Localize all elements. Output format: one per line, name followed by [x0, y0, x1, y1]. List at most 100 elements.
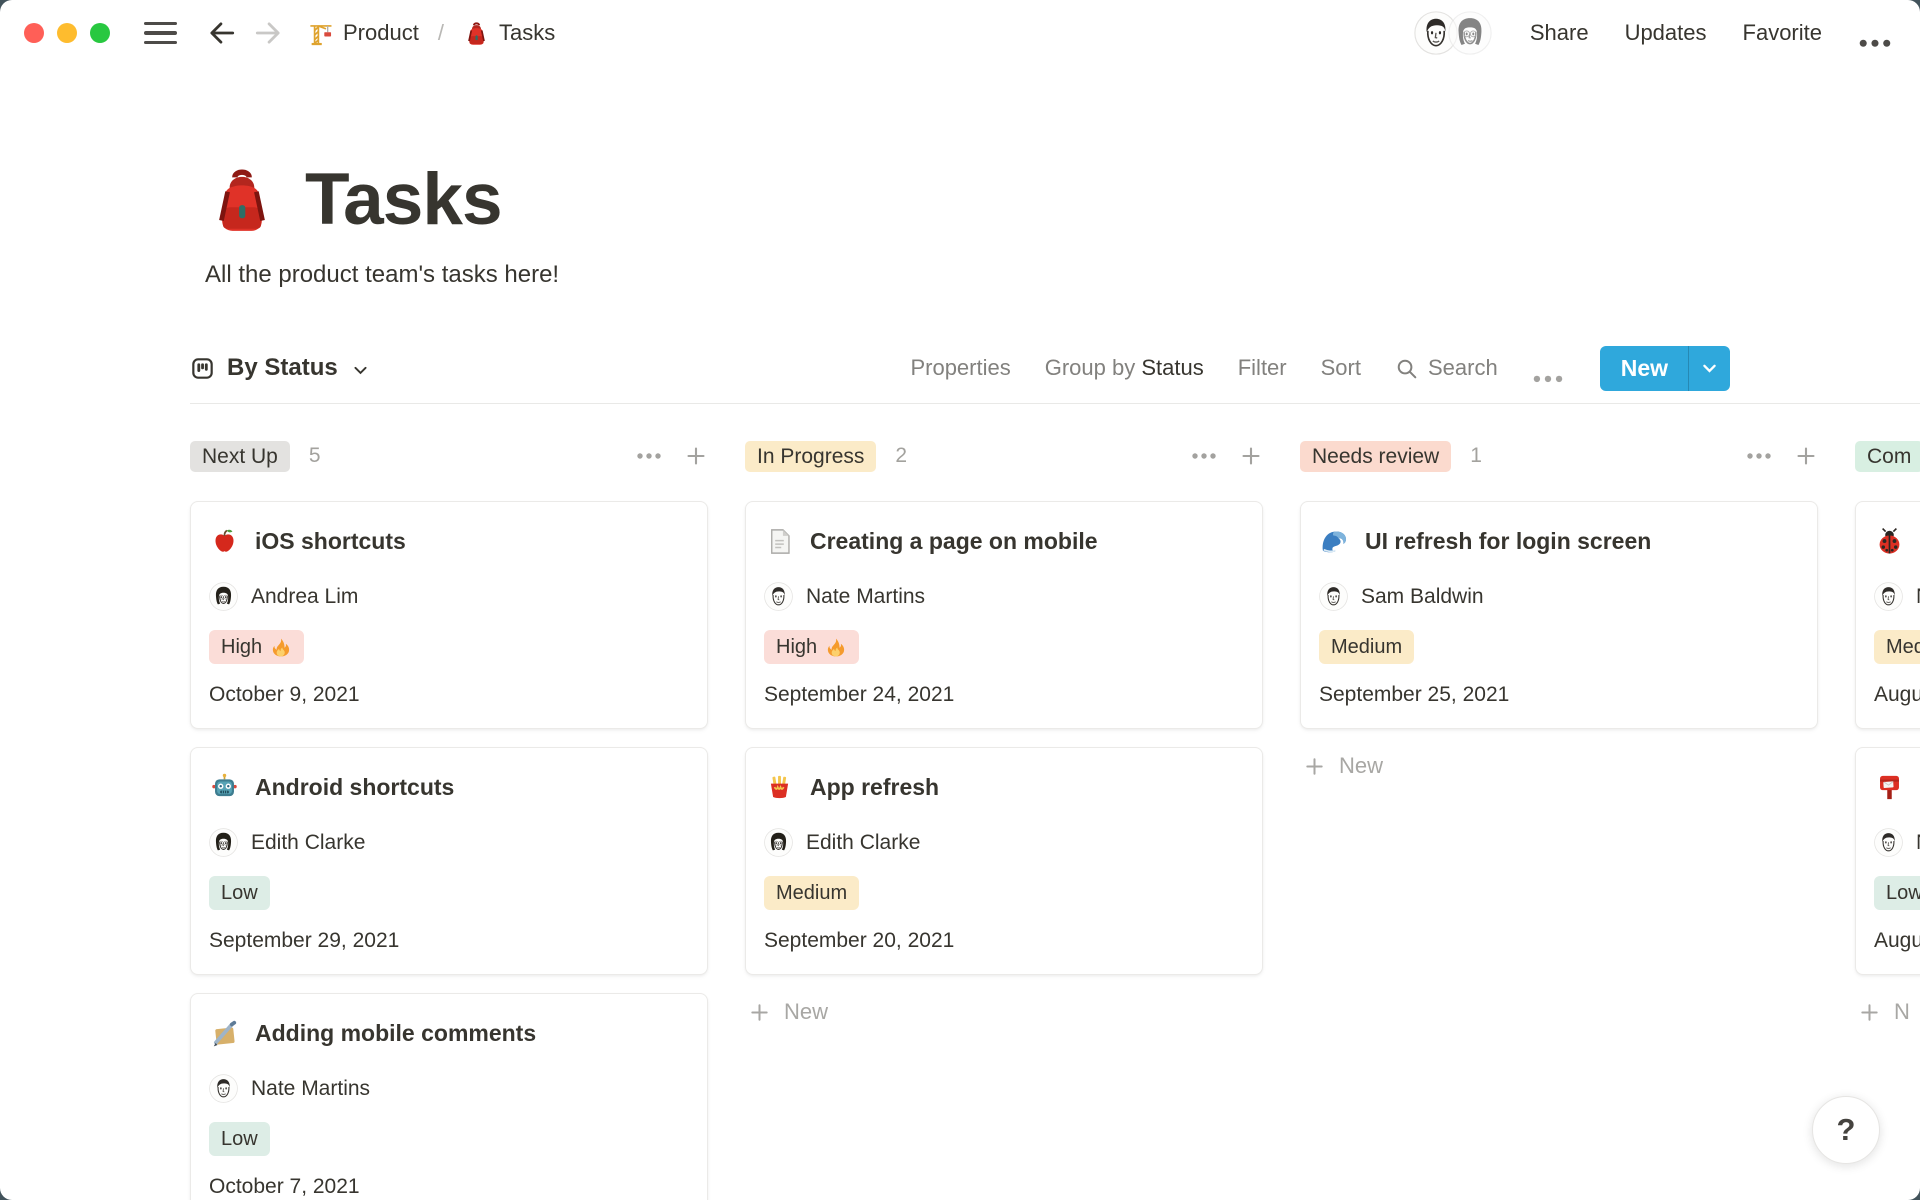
assignee-avatar	[1319, 582, 1348, 611]
column-status-pill[interactable]: Needs review	[1300, 441, 1451, 472]
filter-button[interactable]: Filter	[1238, 355, 1287, 381]
search-button[interactable]: Search	[1395, 355, 1498, 381]
column-more-icon[interactable]	[1744, 452, 1774, 460]
card-priority-row: Low	[1874, 876, 1920, 910]
task-card[interactable]: Adding mobile comments Nate Martins Low …	[190, 993, 708, 1200]
task-card[interactable]: UI refresh for login screen Sam Baldwin …	[1300, 501, 1818, 729]
column-add-card-icon[interactable]	[1239, 444, 1263, 468]
view-options-icon[interactable]	[1532, 364, 1564, 373]
priority-pill: Medium	[764, 876, 859, 910]
card-priority-row: Low	[209, 876, 689, 910]
ladybug-icon	[1874, 526, 1905, 557]
help-button[interactable]: ?	[1812, 1096, 1880, 1164]
fries-icon	[764, 772, 795, 803]
column-new-card-button[interactable]: N	[1855, 999, 1920, 1025]
search-icon	[1395, 357, 1418, 380]
card-title: Adding mobile comments	[255, 1016, 536, 1050]
task-card[interactable]: App refresh Edith Clarke Medium Septembe…	[745, 747, 1263, 975]
notion-window: Product / Tasks Share Updates Favorite T	[0, 0, 1920, 1200]
column-cards: D N Med Augu E N	[1855, 501, 1920, 975]
page-title[interactable]: Tasks	[305, 158, 502, 241]
card-title: UI refresh for login screen	[1365, 524, 1651, 558]
card-due-date: September 25, 2021	[1319, 683, 1799, 707]
new-button[interactable]: New	[1600, 346, 1730, 391]
card-priority-row: Medium	[1319, 630, 1799, 664]
assignee-name: Nate Martins	[251, 1077, 370, 1101]
updates-button[interactable]: Updates	[1625, 20, 1707, 46]
forward-arrow-icon[interactable]	[253, 18, 283, 48]
card-due-date: Augu	[1874, 929, 1920, 953]
share-button[interactable]: Share	[1530, 20, 1589, 46]
new-button-chevron-icon[interactable]	[1689, 346, 1730, 391]
backpack-icon	[463, 20, 490, 47]
page-description[interactable]: All the product team's tasks here!	[205, 261, 1920, 289]
column-add-card-icon[interactable]	[1794, 444, 1818, 468]
view-toolbar-divider: By Status Properties Group by Status Fil…	[190, 333, 1920, 404]
assignee-name: Nate Martins	[806, 585, 925, 609]
card-priority-row: Low	[209, 1122, 689, 1156]
task-card[interactable]: Creating a page on mobile Nate Martins H…	[745, 501, 1263, 729]
topbar-actions: Share Updates Favorite	[1414, 11, 1892, 55]
card-title-row: Creating a page on mobile	[764, 524, 1244, 558]
task-card[interactable]: D N Med Augu	[1855, 501, 1920, 729]
priority-pill: Med	[1874, 630, 1920, 664]
assignee-avatar	[1874, 828, 1903, 857]
board-column: Com D N Med Augu E	[1855, 440, 1920, 1025]
card-assignee-row: Nate Martins	[209, 1074, 689, 1103]
card-title-row: Adding mobile comments	[209, 1016, 689, 1050]
group-by-button[interactable]: Group by Status	[1045, 355, 1204, 381]
column-actions	[1744, 444, 1818, 468]
task-card[interactable]: Android shortcuts Edith Clarke Low Septe…	[190, 747, 708, 975]
column-status-pill[interactable]: Next Up	[190, 441, 290, 472]
sidebar-toggle-icon[interactable]	[144, 22, 177, 44]
card-title: App refresh	[810, 770, 939, 804]
column-card-count: 5	[309, 444, 321, 468]
board-column: In Progress2 Creating a page on mobile N…	[745, 440, 1263, 1025]
sort-button[interactable]: Sort	[1321, 355, 1361, 381]
column-new-card-button[interactable]: New	[1300, 753, 1818, 779]
minimize-window-button[interactable]	[57, 23, 77, 43]
new-button-label[interactable]: New	[1600, 346, 1688, 391]
assignee-name: Edith Clarke	[251, 831, 365, 855]
card-title-row: Android shortcuts	[209, 770, 689, 804]
page-backpack-icon[interactable]	[205, 163, 279, 237]
column-status-pill[interactable]: In Progress	[745, 441, 876, 472]
card-due-date: September 29, 2021	[209, 929, 689, 953]
card-title-row: iOS shortcuts	[209, 524, 689, 558]
card-title-row: E	[1874, 770, 1920, 804]
zoom-window-button[interactable]	[90, 23, 110, 43]
column-more-icon[interactable]	[1189, 452, 1219, 460]
card-priority-row: Med	[1874, 630, 1920, 664]
board-column: Next Up 5 iOS shortcuts Andrea Lim High O…	[190, 440, 708, 1200]
priority-pill: Low	[209, 1122, 270, 1156]
breadcrumb-item-tasks[interactable]: Tasks	[459, 17, 559, 50]
column-status-pill[interactable]: Com	[1855, 441, 1920, 472]
back-arrow-icon[interactable]	[207, 18, 237, 48]
column-add-card-icon[interactable]	[684, 444, 708, 468]
card-priority-row: High	[764, 630, 1244, 664]
column-header: Next Up 5	[190, 440, 708, 472]
task-card[interactable]: iOS shortcuts Andrea Lim High October 9,…	[190, 501, 708, 729]
assignee-name: Andrea Lim	[251, 585, 358, 609]
view-switcher[interactable]: By Status	[190, 354, 369, 382]
more-options-icon[interactable]	[1858, 28, 1892, 38]
assignee-name: Sam Baldwin	[1361, 585, 1484, 609]
breadcrumb-item-product[interactable]: Product	[303, 17, 423, 50]
favorite-button[interactable]: Favorite	[1743, 20, 1822, 46]
close-window-button[interactable]	[24, 23, 44, 43]
properties-button[interactable]: Properties	[910, 355, 1010, 381]
task-card[interactable]: E N Low Augu	[1855, 747, 1920, 975]
card-due-date: October 7, 2021	[209, 1175, 689, 1199]
card-due-date: September 24, 2021	[764, 683, 1244, 707]
column-new-card-button[interactable]: New	[745, 999, 1263, 1025]
card-due-date: October 9, 2021	[209, 683, 689, 707]
assignee-avatar	[764, 828, 793, 857]
column-actions	[634, 444, 708, 468]
card-assignee-row: N	[1874, 582, 1920, 611]
card-title-row: UI refresh for login screen	[1319, 524, 1799, 558]
collaborator-avatar-woman[interactable]	[1448, 11, 1492, 55]
column-more-icon[interactable]	[634, 452, 664, 460]
pen-icon	[209, 1018, 240, 1049]
new-card-label: N	[1894, 999, 1910, 1025]
collaborator-avatars	[1414, 11, 1492, 55]
